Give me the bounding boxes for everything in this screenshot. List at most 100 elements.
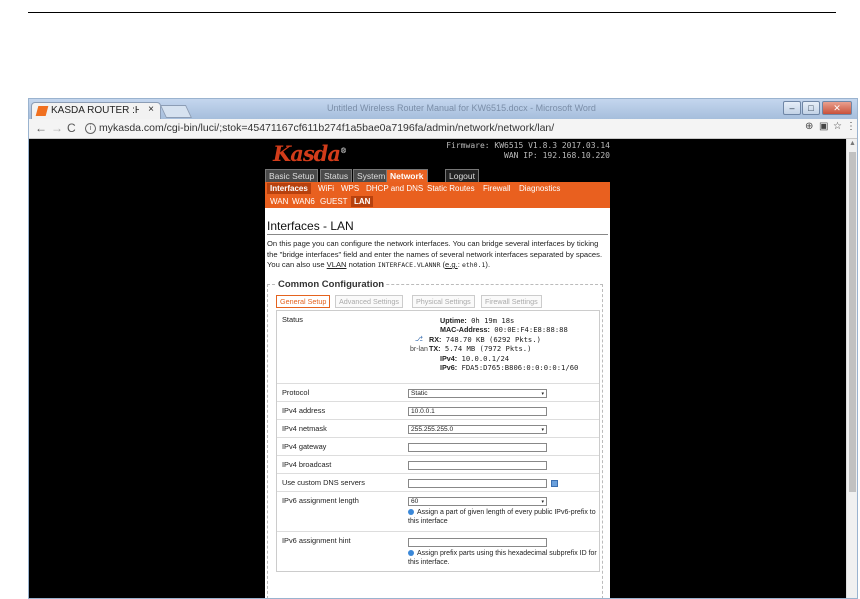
tab-title: KASDA ROUTER :Home [51,105,139,116]
iface-guest[interactable]: GUEST [317,196,351,207]
general-setup-panel: Status ⎇ br-lan Uptime: 0h 19m 18s MAC-A… [276,310,600,572]
desc-eg: e.g. [445,260,458,269]
browser-tab[interactable]: KASDA ROUTER :Home × [31,102,161,119]
menu-network[interactable]: Network [386,169,428,182]
menu-status[interactable]: Status [320,169,353,182]
ipv4-gateway-input[interactable] [408,443,547,452]
ipv4-netmask-label: IPv4 netmask [282,424,327,433]
submenu-wps[interactable]: WPS [338,183,362,194]
firmware-info: Firmware: KW6515 V1.8.3 2017.03.14 WAN I… [446,141,610,161]
desc-example: eth0.1 [461,261,486,269]
zoom-icon[interactable]: ⊕ [805,121,813,132]
ipv6-hint-hint-text: Assign prefix parts using this hexadecim… [408,550,597,566]
info-icon [408,550,414,557]
ipv6-hint-hint: Assign prefix parts using this hexadecim… [408,549,598,567]
chevron-down-icon: ▾ [541,427,544,433]
chevron-down-icon: ▾ [541,499,544,505]
ipv6-length-row: IPv6 assignment length 60 ▾ Assign a part… [277,491,599,531]
address-bar: ← → C i mykasda.com/cgi-bin/luci/;stok=4… [29,119,857,139]
main-content: Interfaces - LAN On this page you can co… [265,208,610,598]
ipv6-hint-input[interactable] [408,538,547,547]
status-ipv6: IPv6: FDA5:D765:B806:0:0:0:0:1/60 [429,363,578,372]
browser-window: KASDA ROUTER :Home × Untitled Wireless R… [28,98,858,599]
chevron-down-icon: ▾ [541,391,544,397]
site-info-icon[interactable]: i [85,123,96,134]
ipv4-broadcast-input[interactable] [408,461,547,470]
dns-server-input[interactable] [408,479,547,488]
netmask-value: 255.255.255.0 [411,426,454,433]
back-icon[interactable]: ← [35,121,47,135]
ipv6-length-select[interactable]: 60 ▾ [408,497,547,506]
bookmark-star-icon[interactable]: ☆ [833,121,842,132]
vlan-abbr: VLAN [326,260,347,269]
window-close-button[interactable]: ✕ [822,101,852,115]
browser-titlebar: KASDA ROUTER :Home × Untitled Wireless R… [29,99,857,119]
interface-status-icon: ⎇ br-lan [410,335,428,355]
status-rx: RX: 748.70 KB (6292 Pkts.) [429,335,578,344]
tab-physical-settings[interactable]: Physical Settings [412,295,475,308]
ipv6-length-hint-text: Assign a part of given length of every p… [408,509,596,525]
menu-system[interactable]: System [353,169,390,182]
submenu-wifi[interactable]: WiFi [315,183,337,194]
ipv4-broadcast-row: IPv4 broadcast [277,455,599,473]
ipv4-address-input[interactable]: 10.0.0.1 [408,407,547,416]
ethernet-icon: ⎇ [414,336,423,343]
new-tab-button[interactable] [159,105,193,118]
ipv4-key: IPv4: [440,353,458,363]
status-tx: TX: 5.74 MB (7972 Pkts.) [429,344,578,353]
scroll-up-icon[interactable]: ▲ [849,140,856,147]
ipv6-hint-label: IPv6 assignment hint [282,536,351,545]
mac-key: MAC-Address: [440,325,490,335]
ipv4-netmask-row: IPv4 netmask 255.255.255.0 ▾ [277,419,599,437]
status-mac: MAC-Address: 00:0E:F4:E8:88:88 [429,325,578,334]
ipv4-netmask-select[interactable]: 255.255.255.0 ▾ [408,425,547,434]
menu-basic-setup[interactable]: Basic Setup [265,169,319,182]
title-divider [267,234,608,235]
tab-firewall-settings[interactable]: Firewall Settings [481,295,542,308]
desc-notation: INTERFACE.VLANNR [377,261,441,269]
maximize-button[interactable]: □ [802,101,820,115]
scrollbar-thumb[interactable] [849,152,856,492]
page-scrollbar[interactable]: ▲ [846,139,857,598]
rx-key: RX: [429,334,442,344]
ipv6-length-value: 60 [411,498,419,505]
browser-menu-icon[interactable]: ⋮ [846,121,856,132]
ipv4-address-label: IPv4 address [282,406,326,415]
tx-key: TX: [429,344,441,354]
forward-icon[interactable]: → [51,121,63,135]
tab-advanced-settings[interactable]: Advanced Settings [335,295,403,308]
tab-close-icon[interactable]: × [148,104,154,115]
add-dns-icon[interactable] [551,480,558,487]
submenu-firewall[interactable]: Firewall [480,183,514,194]
iface-wan6[interactable]: WAN6 [289,196,318,207]
router-header: Kasda® Firmware: KW6515 V1.8.3 2017.03.1… [265,139,610,169]
interface-submenu: WAN WAN6 GUEST LAN [265,196,610,208]
reload-icon[interactable]: C [67,121,76,135]
status-label: Status [282,315,303,324]
url-field[interactable]: mykasda.com/cgi-bin/luci/;stok=45471167c… [99,122,554,134]
tab-general-setup[interactable]: General Setup [276,295,331,308]
logo-registered-mark: ® [339,146,347,155]
ipv4-address-row: IPv4 address 10.0.0.1 [277,401,599,419]
ipv4-gateway-row: IPv4 gateway [277,437,599,455]
submenu-static-routes[interactable]: Static Routes [424,183,478,194]
submenu-dhcp-dns[interactable]: DHCP and DNS [363,183,426,194]
menu-logout[interactable]: Logout [445,169,479,182]
submenu-interfaces[interactable]: Interfaces [267,183,311,194]
custom-dns-row: Use custom DNS servers [277,473,599,491]
minimize-button[interactable]: – [783,101,801,115]
iface-wan[interactable]: WAN [267,196,291,207]
protocol-select[interactable]: Static ▾ [408,389,547,398]
ipv4-gateway-label: IPv4 gateway [282,442,327,451]
info-icon [408,509,414,516]
wan-ip: WAN IP: 192.168.10.220 [504,151,610,160]
status-details: Uptime: 0h 19m 18s MAC-Address: 00:0E:F4… [429,316,578,372]
status-uptime: Uptime: 0h 19m 18s [429,316,578,325]
document-top-rule [28,12,836,13]
uptime-value: 0h 19m 18s [466,316,515,325]
extension-icon[interactable]: ▣ [819,121,828,132]
iface-lan[interactable]: LAN [351,196,374,207]
ipv4-value: 10.0.0.1/24 [457,353,510,363]
submenu-diagnostics[interactable]: Diagnostics [516,183,563,194]
interface-name: br-lan [410,346,428,353]
